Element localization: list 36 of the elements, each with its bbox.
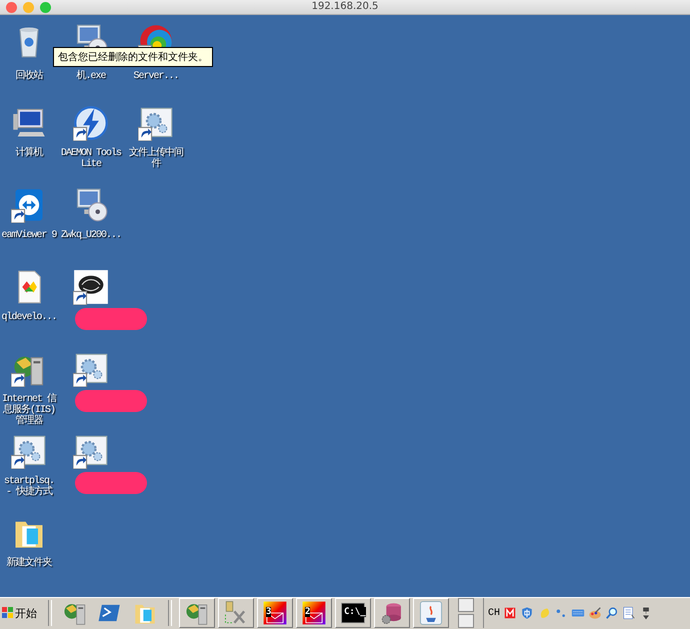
taskbar-button[interactable] <box>413 598 449 628</box>
java-icon <box>418 600 444 626</box>
icon-label: startplsq. - 快捷方式 <box>4 476 54 498</box>
window-title: 192.168.20.5 <box>312 1 378 12</box>
taskbar-button[interactable] <box>374 598 410 628</box>
scroll-down-button[interactable] <box>458 614 474 628</box>
m-logo-icon[interactable] <box>503 606 518 620</box>
icon-label: Zwkq_U200... <box>60 230 121 241</box>
note-icon[interactable] <box>622 606 636 620</box>
language-indicator[interactable]: CH <box>488 608 500 619</box>
windows-logo-icon <box>2 607 14 620</box>
icon-label: 回收站 <box>16 70 42 82</box>
taskbar-button[interactable]: 3 <box>257 598 293 628</box>
mail-icon <box>262 600 288 626</box>
magnifier-icon[interactable] <box>605 606 620 620</box>
icon-label: 计算机 <box>16 148 42 159</box>
icon-label: qldevelo... <box>1 312 56 323</box>
scribble-icon[interactable] <box>73 268 109 305</box>
icon-label: Server... <box>133 70 178 82</box>
taskbar-button[interactable] <box>179 598 215 628</box>
taskbar-button[interactable]: C:\_ <box>335 598 371 628</box>
close-button[interactable] <box>6 2 17 13</box>
icon-label: eamViewer 9 <box>1 230 56 241</box>
taskbar-button[interactable]: 2 <box>296 598 332 628</box>
taskbar-button[interactable] <box>218 598 254 628</box>
lightning-icon[interactable] <box>73 104 109 141</box>
shield-icon[interactable] <box>520 606 534 620</box>
paint-icon[interactable] <box>588 606 602 620</box>
icon-label: 文件上传中间 件 <box>129 148 183 170</box>
scroll-up-button[interactable] <box>458 598 474 612</box>
icon-label: DAEMON Tools Lite <box>60 148 121 170</box>
tooltip: 包含您已经删除的文件和文件夹。 <box>53 46 213 67</box>
icon-label: 新建文件夹 <box>6 558 52 569</box>
mail-icon <box>301 600 327 626</box>
icon-label: 机.exe <box>76 70 106 82</box>
icon-label: Internet 信 息服务(IIS) 管理器 <box>2 394 56 427</box>
